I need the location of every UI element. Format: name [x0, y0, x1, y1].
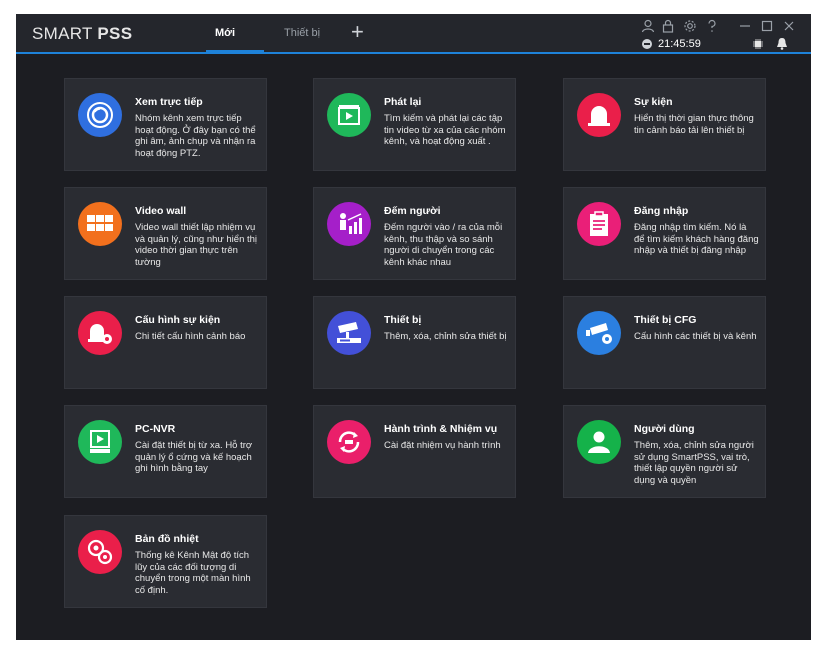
event-config-icon	[78, 311, 122, 355]
card-title: PC-NVR	[135, 423, 176, 435]
card-description: Thêm, xóa, chỉnh sửa thiết bị	[384, 331, 507, 342]
card-login[interactable]: Đăng nhập Đăng nhập tìm kiếm. Nó là để t…	[563, 187, 766, 280]
video-wall-icon	[78, 202, 122, 246]
card-title: Bản đồ nhiệt	[135, 533, 199, 545]
people-count-icon	[327, 202, 371, 246]
clipboard-icon	[577, 202, 621, 246]
app-window: SMART PSS Mới Thiết bị + 21:45:59 Xem tr…	[16, 14, 811, 640]
device-cfg-icon	[577, 311, 621, 355]
clock: 21:45:59	[642, 38, 701, 50]
card-title: Thiết bị	[384, 314, 422, 326]
card-title: Cấu hình sự kiện	[135, 314, 221, 326]
feature-grid: Xem trực tiếp Nhóm kênh xem trực tiếp ho…	[16, 54, 811, 640]
heatmap-icon	[78, 530, 122, 574]
user-account-icon[interactable]	[641, 19, 655, 33]
card-description: Đăng nhập tìm kiếm. Nó là để tìm kiếm kh…	[634, 222, 759, 256]
card-description: Nhóm kênh xem trực tiếp hoạt động. Ở đây…	[135, 113, 256, 159]
live-view-icon	[78, 93, 122, 137]
card-title: Thiết bị CFG	[634, 314, 697, 326]
maximize-icon[interactable]	[760, 19, 774, 33]
card-description: Chi tiết cấu hình cảnh báo	[135, 331, 246, 342]
card-description: Video wall thiết lập nhiệm vụ và quản lý…	[135, 222, 258, 268]
card-title: Đăng nhập	[634, 205, 689, 217]
add-tab-button[interactable]: +	[351, 21, 364, 43]
lock-icon[interactable]	[661, 19, 675, 33]
close-icon[interactable]	[782, 19, 796, 33]
card-tour-task[interactable]: Hành trình & Nhiệm vụ Cài đặt nhiệm vụ h…	[313, 405, 516, 498]
minimize-icon[interactable]	[738, 19, 752, 33]
clock-status-icon	[642, 39, 652, 49]
card-title: Hành trình & Nhiệm vụ	[384, 423, 498, 435]
card-title: Đếm người	[384, 205, 441, 217]
card-event-config[interactable]: Cấu hình sự kiện Chi tiết cấu hình cảnh …	[64, 296, 267, 389]
chip-icon[interactable]	[752, 38, 764, 50]
brand-smart: SMART	[32, 24, 98, 43]
card-title: Phát lại	[384, 96, 422, 108]
card-description: Cài đặt nhiệm vụ hành trình	[384, 440, 501, 451]
card-people-counting[interactable]: Đếm người Đếm người vào / ra của mỗi kên…	[313, 187, 516, 280]
user-icon	[577, 420, 621, 464]
card-video-wall[interactable]: Video wall Video wall thiết lập nhiệm vụ…	[64, 187, 267, 280]
tour-task-icon	[327, 420, 371, 464]
card-title: Xem trực tiếp	[135, 96, 203, 108]
card-events[interactable]: Sự kiện Hiển thị thời gian thực thông ti…	[563, 78, 766, 171]
card-title: Sự kiện	[634, 96, 673, 108]
card-pc-nvr[interactable]: PC-NVR Cài đặt thiết bị từ xa. Hỗ trợ qu…	[64, 405, 267, 498]
card-devices[interactable]: Thiết bị Thêm, xóa, chỉnh sửa thiết bị	[313, 296, 516, 389]
card-description: Cấu hình các thiết bị và kênh	[634, 331, 757, 342]
gear-icon[interactable]	[683, 19, 697, 33]
device-icon	[327, 311, 371, 355]
card-description: Hiển thị thời gian thực thông tin cảnh b…	[634, 113, 754, 136]
app-brand: SMART PSS	[32, 24, 132, 44]
card-description: Đếm người vào / ra của mỗi kênh, thu thậ…	[384, 222, 503, 268]
title-bar: SMART PSS Mới Thiết bị + 21:45:59	[16, 14, 811, 54]
card-description: Cài đặt thiết bị từ xa. Hỗ trợ quản lý ổ…	[135, 440, 253, 474]
brand-pss: PSS	[97, 24, 133, 43]
card-description: Thêm, xóa, chỉnh sửa người sử dụng Smart…	[634, 440, 754, 486]
tab-devices[interactable]: Thiết bị	[284, 27, 320, 39]
card-heatmap[interactable]: Bản đồ nhiệt Thống kê Kênh Mật độ tích l…	[64, 515, 267, 608]
clock-time: 21:45:59	[658, 38, 701, 50]
card-title: Người dùng	[634, 423, 695, 435]
card-description: Thống kê Kênh Mật độ tích lũy của các đố…	[135, 550, 251, 596]
help-icon[interactable]	[705, 19, 719, 33]
card-device-cfg[interactable]: Thiết bị CFG Cấu hình các thiết bị và kê…	[563, 296, 766, 389]
active-tab-indicator	[206, 50, 264, 52]
playback-icon	[327, 93, 371, 137]
tab-new[interactable]: Mới	[215, 27, 235, 39]
bell-icon[interactable]	[776, 37, 788, 50]
card-description: Tìm kiếm và phát lại các tập tin video t…	[384, 113, 506, 147]
card-playback[interactable]: Phát lại Tìm kiếm và phát lại các tập ti…	[313, 78, 516, 171]
alarm-icon	[577, 93, 621, 137]
pc-nvr-icon	[78, 420, 122, 464]
card-live-view[interactable]: Xem trực tiếp Nhóm kênh xem trực tiếp ho…	[64, 78, 267, 171]
card-title: Video wall	[135, 205, 187, 217]
card-users[interactable]: Người dùng Thêm, xóa, chỉnh sửa người sử…	[563, 405, 766, 498]
